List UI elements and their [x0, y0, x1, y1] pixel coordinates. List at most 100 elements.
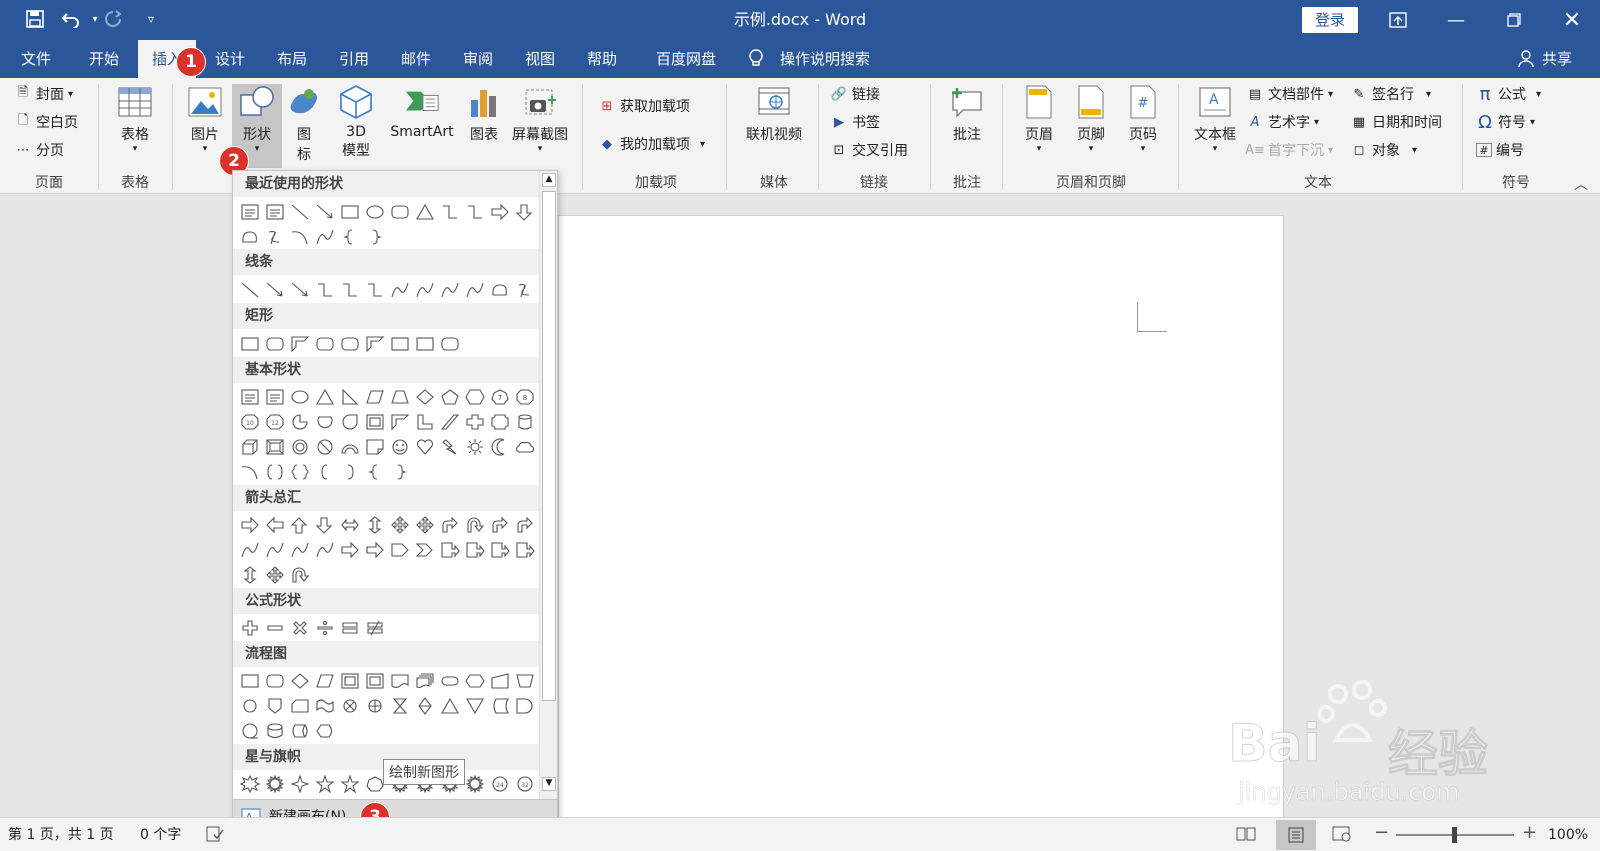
shape-star5-icon[interactable] — [312, 771, 337, 796]
tab-review[interactable]: 审阅 — [454, 40, 502, 78]
shape-rect-icon[interactable] — [337, 199, 362, 224]
shape-mult-icon[interactable] — [287, 615, 312, 640]
shape-seal-icon[interactable] — [462, 771, 487, 796]
print-layout-button[interactable] — [1276, 820, 1316, 850]
tab-mailings[interactable]: 邮件 — [392, 40, 440, 78]
shape-sumj-icon[interactable] — [337, 693, 362, 718]
shape-rarrow-icon[interactable] — [337, 537, 362, 562]
tab-references[interactable]: 引用 — [330, 40, 378, 78]
smartart-button[interactable]: SmartArt — [386, 84, 458, 140]
tab-home[interactable]: 开始 — [78, 40, 130, 78]
shape-bent-icon[interactable] — [487, 512, 512, 537]
shape-blockarc-icon[interactable] — [337, 434, 362, 459]
shape-diamond-icon[interactable] — [287, 668, 312, 693]
shape-curve-icon[interactable] — [312, 537, 337, 562]
shape-udarrow-icon[interactable] — [237, 562, 262, 587]
shape-equal-icon[interactable] — [337, 615, 362, 640]
close-icon[interactable]: ✕ — [1544, 0, 1600, 40]
shape-para-icon[interactable] — [312, 668, 337, 693]
shape-quad-icon[interactable] — [412, 512, 437, 537]
shape-smile-icon[interactable] — [387, 434, 412, 459]
ribbon-display-options-icon[interactable] — [1370, 0, 1426, 40]
shape-bracket2-icon[interactable] — [337, 459, 362, 484]
shape-s32-icon[interactable]: 32 — [512, 771, 537, 796]
shape-star4-icon[interactable] — [287, 771, 312, 796]
shape-rect-icon[interactable] — [387, 331, 412, 356]
shape-collate-icon[interactable] — [387, 693, 412, 718]
shape-multidoc-icon[interactable] — [412, 668, 437, 693]
share-user-icon[interactable] — [1518, 50, 1536, 68]
shape-hex-icon[interactable] — [462, 384, 487, 409]
shape-pent-icon[interactable] — [437, 384, 462, 409]
shape-elbow-icon[interactable] — [312, 277, 337, 302]
shape-arc-icon[interactable] — [237, 459, 262, 484]
redo-icon[interactable] — [100, 6, 126, 32]
shape-bent-icon[interactable] — [512, 512, 537, 537]
shape-n7-icon[interactable]: 7 — [487, 384, 512, 409]
tab-view[interactable]: 视图 — [516, 40, 564, 78]
shape-udarrow-icon[interactable] — [362, 512, 387, 537]
shape-lshape-icon[interactable] — [412, 409, 437, 434]
tab-file[interactable]: 文件 — [10, 40, 62, 78]
zoom-slider-thumb[interactable] — [1452, 827, 1457, 843]
picture-button[interactable]: 图片 ▾ — [180, 84, 230, 154]
date-time-button[interactable]: ▦ 日期和时间 — [1350, 110, 1442, 134]
shape-free-icon[interactable] — [237, 224, 262, 249]
my-addins-button[interactable]: ◆ 我的加载项 ▾ — [598, 132, 705, 156]
shape-arc-icon[interactable] — [287, 224, 312, 249]
shape-chevron-icon[interactable] — [412, 537, 437, 562]
customize-qat-icon[interactable]: ▿ — [138, 6, 164, 32]
shape-rect-icon[interactable] — [412, 331, 437, 356]
online-video-button[interactable]: 联机视频 — [738, 84, 810, 144]
shape-cloud-icon[interactable] — [512, 434, 537, 459]
shape-sort-icon[interactable] — [412, 693, 437, 718]
shape-halfframe-icon[interactable] — [387, 409, 412, 434]
shape-display-icon[interactable] — [312, 718, 337, 743]
shape-arrow-icon[interactable] — [312, 199, 337, 224]
shape-brace2-icon[interactable] — [362, 224, 387, 249]
shape-rarrow-icon[interactable] — [487, 199, 512, 224]
shape-line-icon[interactable] — [237, 277, 262, 302]
shape-callout-icon[interactable] — [512, 537, 537, 562]
3d-models-button[interactable]: 3D 模型 — [334, 84, 378, 160]
shape-oval-icon[interactable] — [362, 199, 387, 224]
shape-rect-icon[interactable] — [237, 668, 262, 693]
shape-para-icon[interactable] — [362, 384, 387, 409]
cross-reference-button[interactable]: ⊡ 交叉引用 — [830, 138, 908, 162]
restore-icon[interactable] — [1486, 0, 1542, 40]
number-button[interactable]: # 编号 — [1476, 138, 1524, 162]
get-addins-button[interactable]: ⊞ 获取加载项 — [598, 94, 690, 118]
shape-direct-icon[interactable] — [287, 718, 312, 743]
shape-stored-icon[interactable] — [487, 693, 512, 718]
shape-rarrow-icon[interactable] — [362, 537, 387, 562]
table-button[interactable]: 表格 ▾ — [108, 84, 162, 154]
shape-orc-icon[interactable] — [362, 693, 387, 718]
shape-brace1-icon[interactable] — [362, 459, 387, 484]
shape-divide-icon[interactable] — [312, 615, 337, 640]
blank-page-button[interactable]: 🗋 空白页 — [14, 110, 78, 134]
scroll-up-arrow[interactable]: ▲ — [542, 173, 556, 187]
shape-star5-icon[interactable] — [337, 771, 362, 796]
shapes-scrollbar[interactable]: ▲ ▼ — [539, 171, 557, 811]
page-count[interactable]: 第 1 页，共 1 页 — [8, 818, 114, 851]
shape-term-icon[interactable] — [437, 668, 462, 693]
shape-frame-icon[interactable] — [362, 409, 387, 434]
shape-uturn-icon[interactable] — [287, 562, 312, 587]
scroll-down-arrow[interactable]: ▼ — [542, 777, 556, 791]
shape-oval-icon[interactable] — [287, 384, 312, 409]
link-button[interactable]: 🔗 链接 — [830, 82, 880, 106]
signature-line-button[interactable]: ✎ 签名行 ▾ — [1350, 82, 1431, 106]
shape-rtri-icon[interactable] — [337, 384, 362, 409]
footer-button[interactable]: 页脚 ▾ — [1066, 84, 1116, 154]
zoom-out-button[interactable]: − — [1374, 822, 1389, 843]
proofing-icon[interactable] — [206, 826, 224, 844]
shape-uarrow-icon[interactable] — [287, 512, 312, 537]
shape-plus-icon[interactable] — [237, 615, 262, 640]
shape-callout-icon[interactable] — [487, 537, 512, 562]
shape-bracket1-icon[interactable] — [312, 459, 337, 484]
shape-prep-icon[interactable] — [462, 668, 487, 693]
shape-n10-icon[interactable]: 10 — [237, 409, 262, 434]
shape-bevel-icon[interactable] — [262, 434, 287, 459]
shape-arrow-icon[interactable] — [262, 277, 287, 302]
shape-heart-icon[interactable] — [412, 434, 437, 459]
